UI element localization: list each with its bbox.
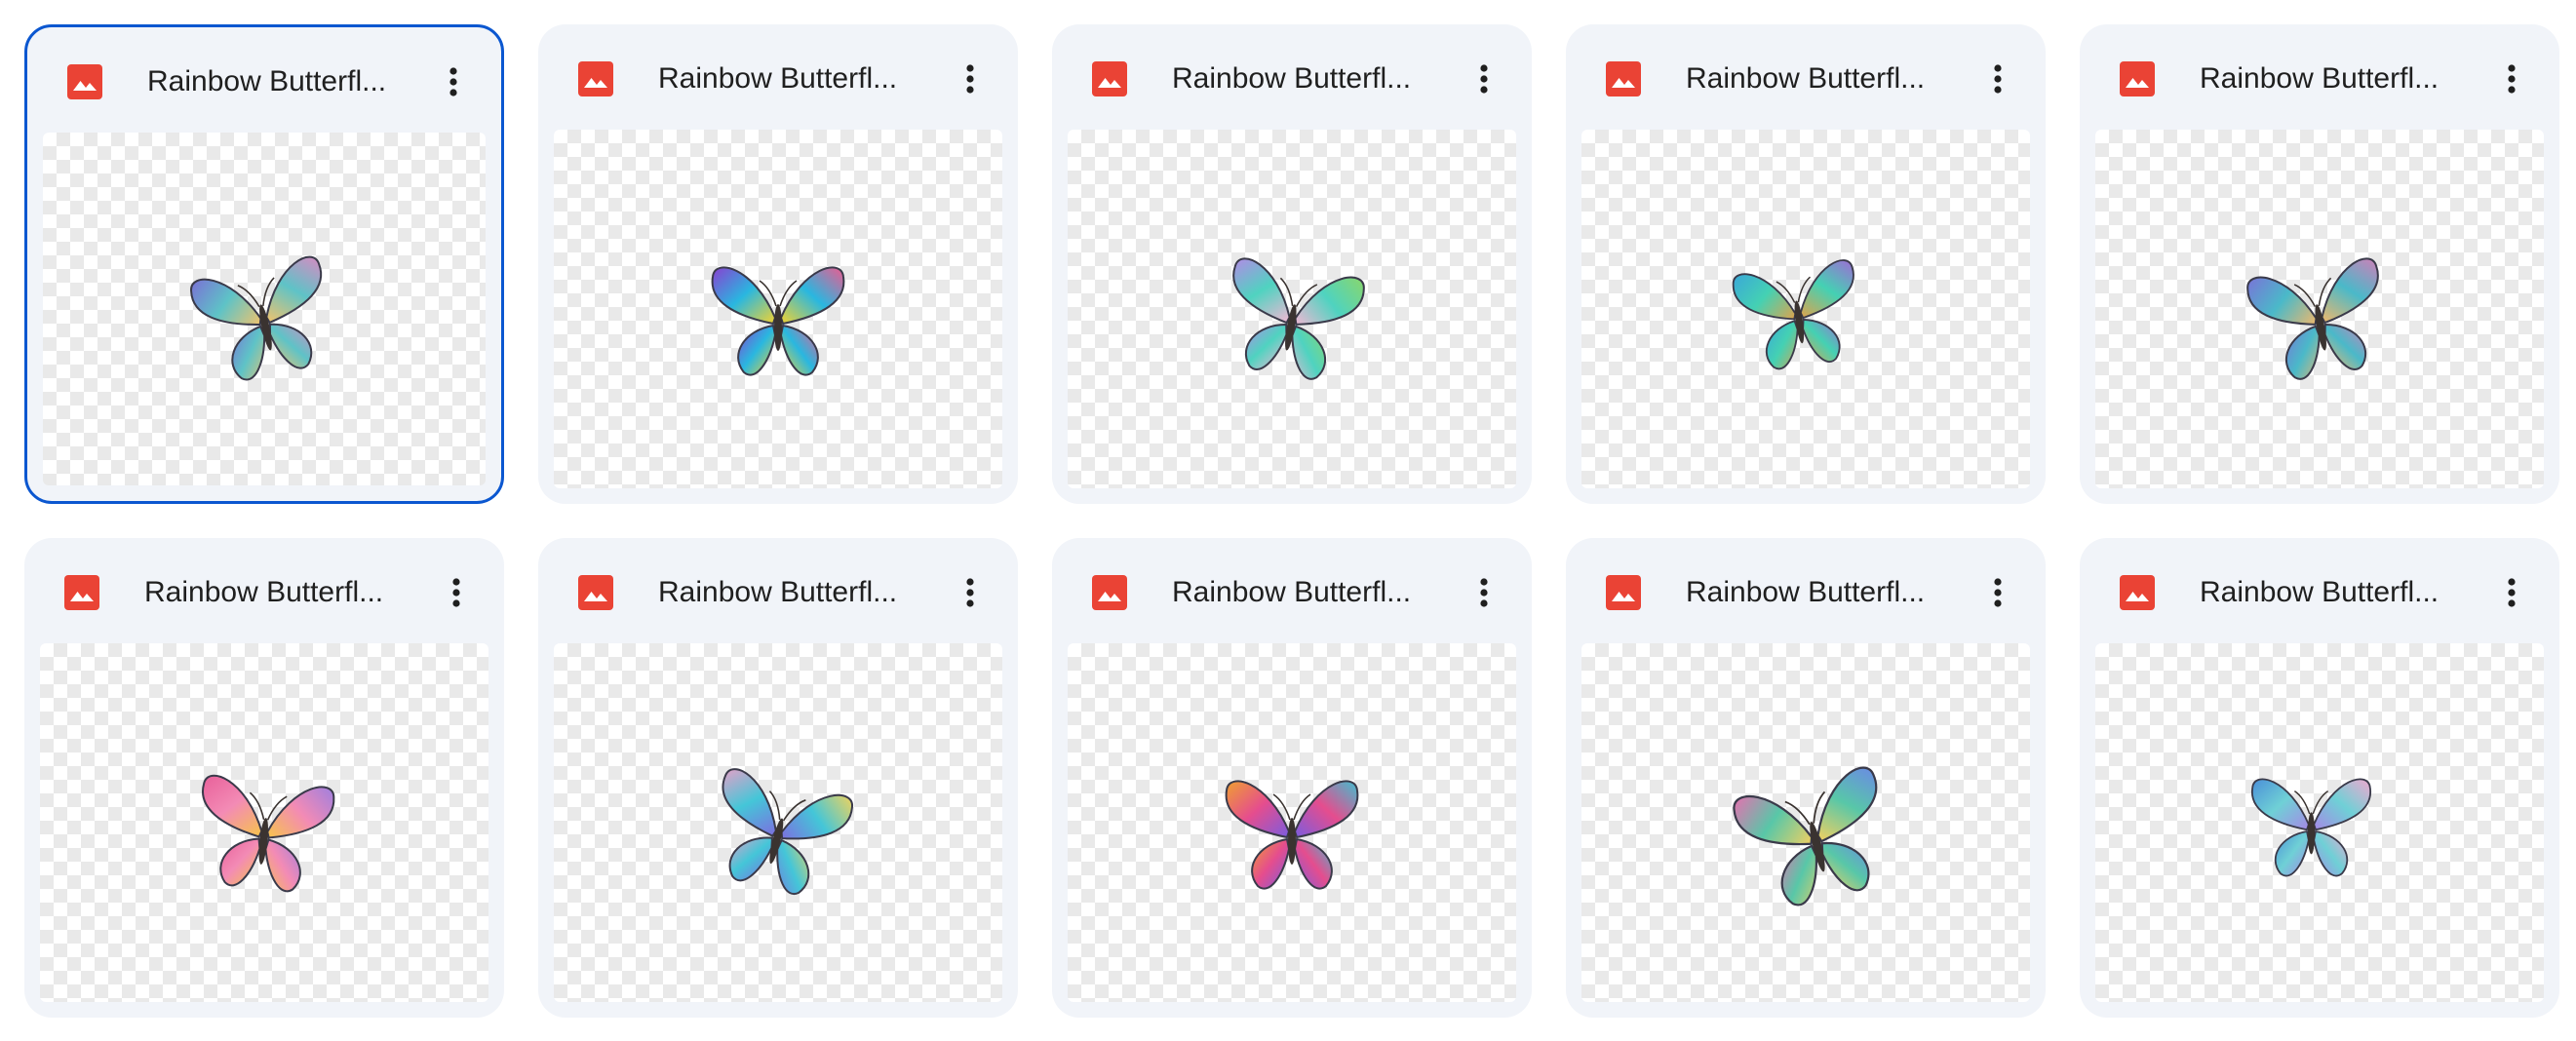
image-file-icon xyxy=(64,575,99,610)
image-file-icon xyxy=(1092,61,1127,96)
file-card-header: Rainbow Butterfl... xyxy=(27,27,501,133)
image-file-icon xyxy=(1606,61,1641,96)
image-file-icon xyxy=(67,64,102,99)
file-name: Rainbow Butterfl... xyxy=(1686,576,1926,608)
file-card-header: Rainbow Butterfl... xyxy=(2080,538,2559,643)
file-name: Rainbow Butterfl... xyxy=(658,62,898,95)
file-thumbnail[interactable] xyxy=(554,130,1002,488)
file-card[interactable]: Rainbow Butterfl... xyxy=(1566,538,2046,1018)
butterfly-image xyxy=(181,761,347,907)
file-card-header: Rainbow Butterfl... xyxy=(538,538,1018,643)
file-name: Rainbow Butterfl... xyxy=(1172,576,1412,608)
file-name: Rainbow Butterfl... xyxy=(147,65,387,97)
more-vert-icon xyxy=(2508,578,2516,607)
file-name: Rainbow Butterfl... xyxy=(658,576,898,608)
file-thumbnail[interactable] xyxy=(1068,130,1516,488)
more-options-button[interactable] xyxy=(2485,53,2538,105)
file-thumbnail[interactable] xyxy=(40,643,488,1002)
butterfly-image xyxy=(1723,248,1889,394)
more-options-button[interactable] xyxy=(2485,566,2538,619)
image-file-icon xyxy=(578,61,613,96)
file-thumbnail[interactable] xyxy=(2095,643,2544,1002)
file-card[interactable]: Rainbow Butterfl... xyxy=(2080,24,2559,504)
butterfly-image xyxy=(695,761,861,907)
more-vert-icon xyxy=(1480,578,1488,607)
butterfly-image xyxy=(2237,248,2402,394)
file-name: Rainbow Butterfl... xyxy=(2200,62,2439,95)
file-card-header: Rainbow Butterfl... xyxy=(1052,538,1532,643)
file-card[interactable]: Rainbow Butterfl... xyxy=(1566,24,2046,504)
file-name: Rainbow Butterfl... xyxy=(1172,62,1412,95)
butterfly-image xyxy=(2237,761,2402,907)
file-card-header: Rainbow Butterfl... xyxy=(24,538,504,643)
more-vert-icon xyxy=(1994,578,2002,607)
file-card[interactable]: Rainbow Butterfl... xyxy=(1052,24,1532,504)
butterfly-image xyxy=(1209,248,1375,394)
butterfly-image xyxy=(1723,761,1889,907)
file-thumbnail[interactable] xyxy=(1581,130,2030,488)
more-vert-icon xyxy=(1480,64,1488,94)
more-options-button[interactable] xyxy=(1458,53,1510,105)
more-vert-icon xyxy=(2508,64,2516,94)
file-name: Rainbow Butterfl... xyxy=(1686,62,1926,95)
file-card-header: Rainbow Butterfl... xyxy=(2080,24,2559,130)
file-card[interactable]: Rainbow Butterfl... xyxy=(538,538,1018,1018)
file-card[interactable]: Rainbow Butterfl... xyxy=(1052,538,1532,1018)
image-file-icon xyxy=(578,575,613,610)
file-thumbnail[interactable] xyxy=(1068,643,1516,1002)
more-options-button[interactable] xyxy=(1458,566,1510,619)
file-card[interactable]: Rainbow Butterfl... xyxy=(538,24,1018,504)
file-card[interactable]: Rainbow Butterfl... xyxy=(2080,538,2559,1018)
image-file-icon xyxy=(1606,575,1641,610)
image-file-icon xyxy=(2120,61,2155,96)
butterfly-image xyxy=(181,248,347,394)
more-vert-icon xyxy=(449,67,457,96)
image-file-icon xyxy=(2120,575,2155,610)
more-options-button[interactable] xyxy=(1971,566,2024,619)
file-thumbnail[interactable] xyxy=(554,643,1002,1002)
file-card-header: Rainbow Butterfl... xyxy=(538,24,1018,130)
butterfly-image xyxy=(695,248,861,394)
file-name: Rainbow Butterfl... xyxy=(144,576,384,608)
image-file-icon xyxy=(1092,575,1127,610)
file-grid: Rainbow Butterfl... Rainbow Butterfl... Ra… xyxy=(24,24,2559,1018)
file-thumbnail[interactable] xyxy=(43,133,486,485)
more-options-button[interactable] xyxy=(944,566,996,619)
more-options-button[interactable] xyxy=(427,56,480,108)
more-vert-icon xyxy=(966,64,974,94)
file-card[interactable]: Rainbow Butterfl... xyxy=(24,538,504,1018)
more-options-button[interactable] xyxy=(430,566,483,619)
more-vert-icon xyxy=(452,578,460,607)
more-options-button[interactable] xyxy=(1971,53,2024,105)
file-card-header: Rainbow Butterfl... xyxy=(1566,24,2046,130)
more-vert-icon xyxy=(1994,64,2002,94)
more-options-button[interactable] xyxy=(944,53,996,105)
file-card-header: Rainbow Butterfl... xyxy=(1566,538,2046,643)
file-card-header: Rainbow Butterfl... xyxy=(1052,24,1532,130)
butterfly-image xyxy=(1209,761,1375,907)
file-thumbnail[interactable] xyxy=(2095,130,2544,488)
file-card[interactable]: Rainbow Butterfl... xyxy=(24,24,504,504)
more-vert-icon xyxy=(966,578,974,607)
file-thumbnail[interactable] xyxy=(1581,643,2030,1002)
file-name: Rainbow Butterfl... xyxy=(2200,576,2439,608)
